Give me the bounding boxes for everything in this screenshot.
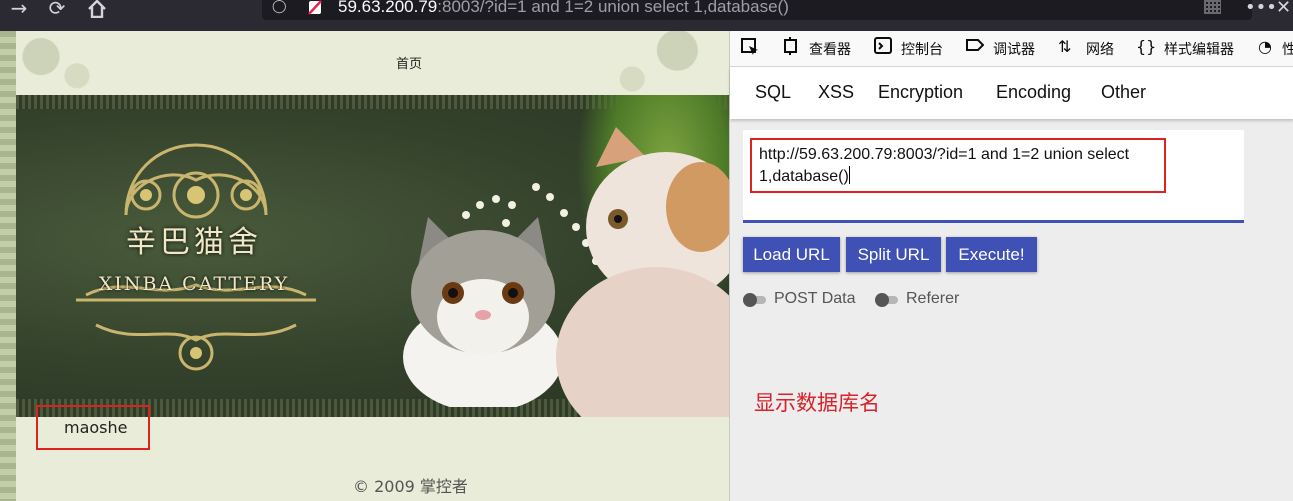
back-arrow-icon[interactable]: →	[6, 0, 32, 20]
decorative-swirl	[600, 31, 729, 95]
console-icon	[874, 37, 892, 58]
menu-encryption[interactable]: Encryption	[878, 82, 963, 103]
style-editor-icon: {}	[1136, 37, 1157, 56]
shield-icon[interactable]: ◯	[272, 0, 288, 16]
cattery-banner: 辛巴猫舍 XINBA CATTERY	[16, 95, 729, 417]
qr-code-icon[interactable]	[1204, 0, 1221, 14]
decorative-border	[0, 31, 16, 501]
query-result-text: maoshe	[64, 418, 128, 437]
hackbar-url-field[interactable]: http://59.63.200.79:8003/?id=1 and 1=2 u…	[743, 130, 1244, 223]
debugger-icon	[966, 37, 985, 57]
tab-inspector[interactable]: 查看器	[809, 39, 851, 59]
toggle-knob	[875, 293, 889, 307]
tab-network[interactable]: 网络	[1086, 39, 1114, 59]
url-host: 59.63.200.79	[338, 0, 438, 16]
tab-debugger[interactable]: 调试器	[993, 39, 1035, 59]
menu-encoding[interactable]: Encoding	[996, 82, 1071, 103]
element-picker-icon[interactable]	[740, 37, 760, 61]
referer-label: Referer	[906, 290, 960, 307]
load-url-button[interactable]: Load URL	[743, 237, 840, 272]
page-footer: © 2009 掌控者	[353, 477, 468, 496]
hackbar-menu: SQL XSS Encryption Encoding Other	[730, 67, 1293, 119]
toggle-knob	[743, 293, 757, 307]
menu-sql[interactable]: SQL	[755, 82, 791, 103]
post-data-label: POST Data	[774, 290, 856, 307]
more-menu-icon[interactable]: •••	[1245, 0, 1277, 18]
banner-logo-english: XINBA CATTERY	[98, 273, 290, 295]
cat-image	[556, 127, 729, 417]
devtools-panel: 查看器 控制台 调试器 ⇅ 网络 {} 样式编辑器 ◔ 性 SQL XSS En…	[729, 31, 1293, 501]
browser-toolbar: → ⟳ ◯ 59.63.200.79:8003/?id=1 and 1=2 un…	[0, 0, 1293, 31]
close-icon[interactable]: ✕	[1276, 0, 1291, 18]
devtools-tabbar: 查看器 控制台 调试器 ⇅ 网络 {} 样式编辑器 ◔ 性	[730, 31, 1293, 67]
menu-xss[interactable]: XSS	[818, 82, 854, 103]
post-data-toggle[interactable]	[743, 293, 768, 307]
nav-home-link[interactable]: 首页	[396, 53, 422, 72]
performance-icon: ◔	[1258, 37, 1272, 56]
tab-console[interactable]: 控制台	[901, 39, 943, 59]
url-path: :8003/?id=1 and 1=2 union select 1,datab…	[437, 0, 789, 16]
annotation-note: 显示数据库名	[754, 391, 880, 415]
home-icon[interactable]	[84, 0, 110, 20]
insecure-lock-icon[interactable]	[308, 0, 322, 15]
tab-style-editor[interactable]: 样式编辑器	[1164, 39, 1234, 59]
url-highlight-box	[750, 138, 1166, 193]
reload-icon[interactable]: ⟳	[44, 0, 70, 20]
network-icon: ⇅	[1058, 37, 1072, 56]
execute-button[interactable]: Execute!	[946, 237, 1037, 272]
inspector-icon	[782, 37, 799, 59]
banner-logo-chinese: 辛巴猫舍	[126, 225, 262, 260]
referer-toggle[interactable]	[875, 293, 900, 307]
split-url-button[interactable]: Split URL	[846, 237, 941, 272]
menu-other[interactable]: Other	[1101, 82, 1146, 103]
decorative-swirl	[14, 31, 104, 95]
address-text[interactable]: 59.63.200.79:8003/?id=1 and 1=2 union se…	[338, 0, 789, 17]
address-bar[interactable]: ◯ 59.63.200.79:8003/?id=1 and 1=2 union …	[262, 0, 1252, 20]
web-page: 首页 辛巴猫舍 XINBA CATTERY maoshe © 2009 掌控者	[0, 31, 729, 501]
tab-performance[interactable]: 性	[1282, 39, 1293, 59]
